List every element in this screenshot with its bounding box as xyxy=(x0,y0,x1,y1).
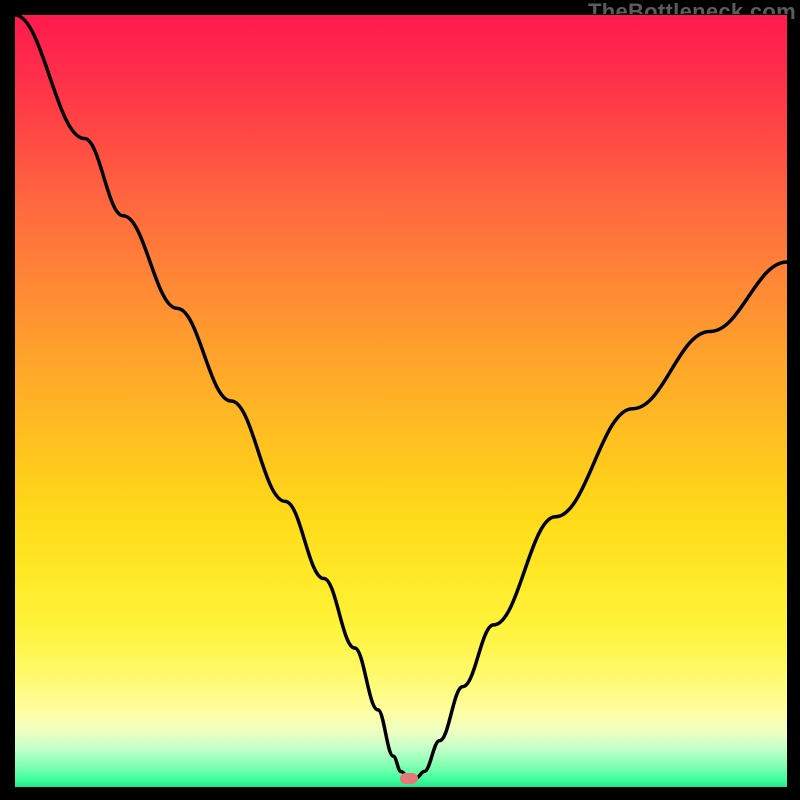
bottleneck-curve xyxy=(15,15,787,787)
optimum-marker xyxy=(400,773,418,784)
chart-frame: TheBottleneck.com xyxy=(0,0,800,800)
plot-area xyxy=(14,14,788,788)
